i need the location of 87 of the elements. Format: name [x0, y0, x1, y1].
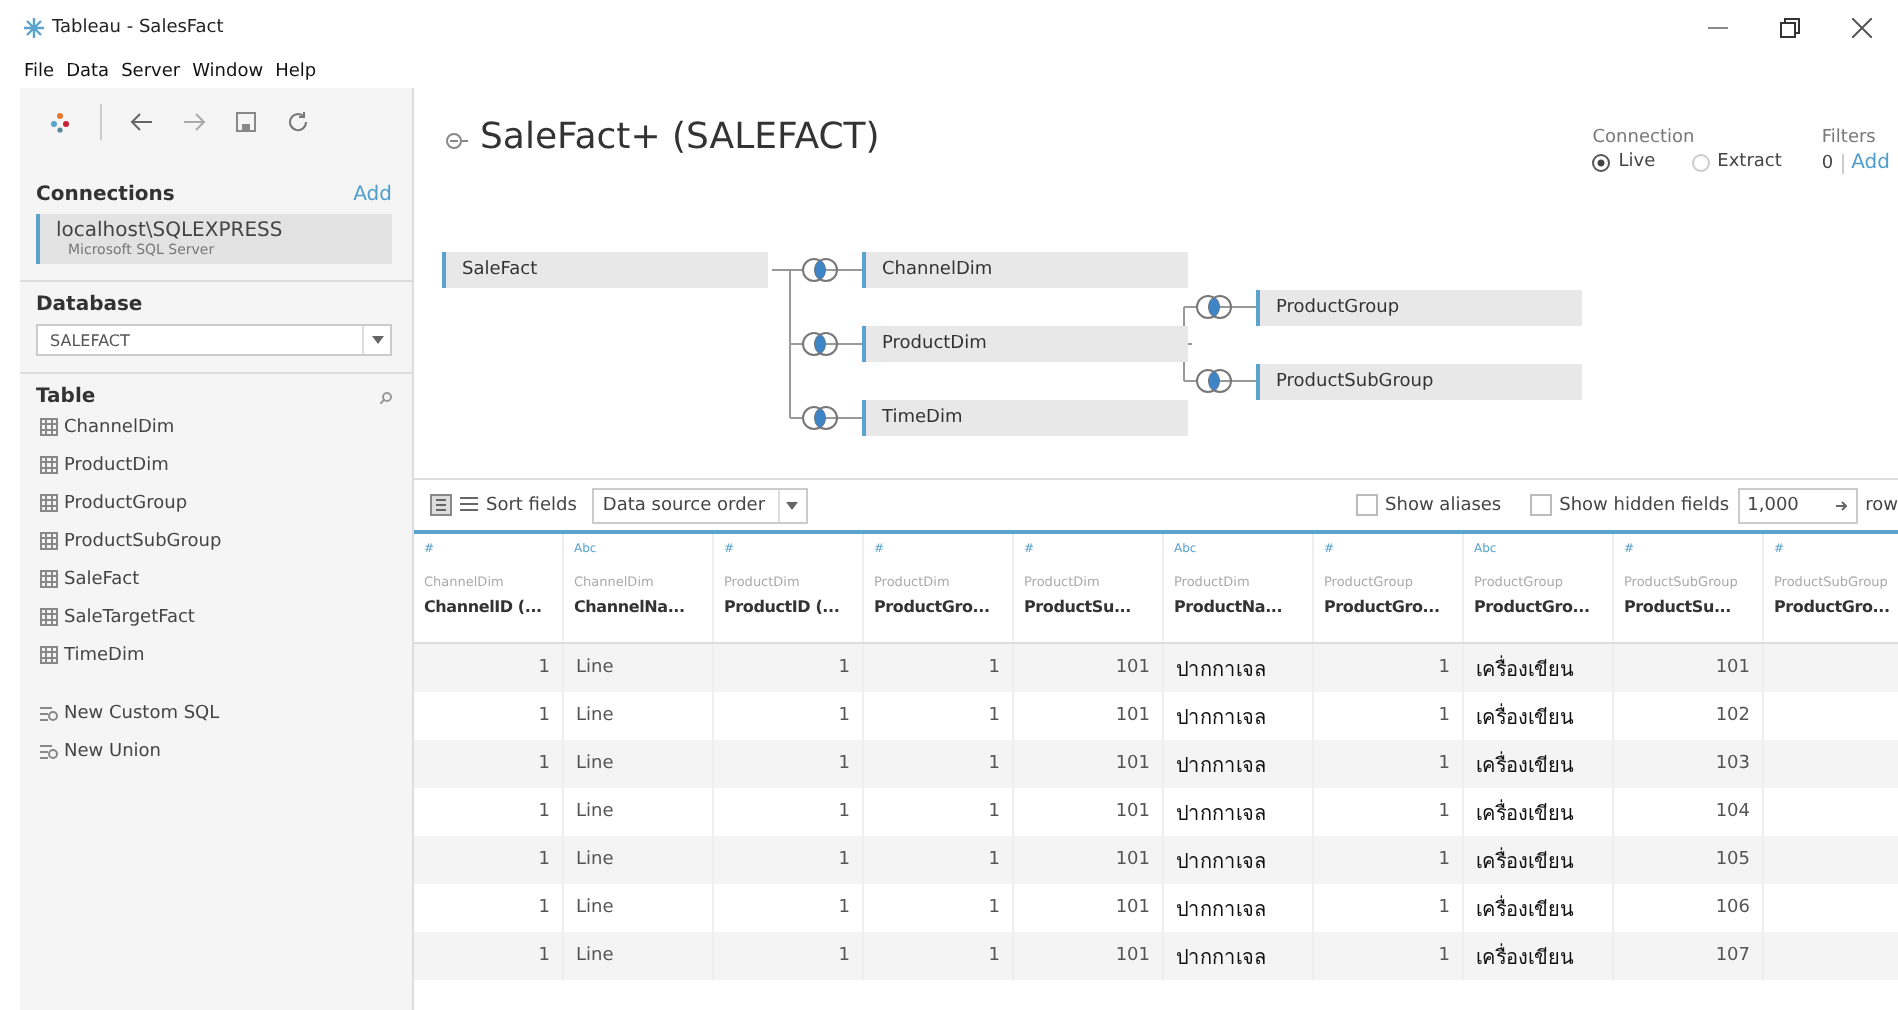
table-cell: 1 — [414, 932, 564, 980]
join-icon[interactable] — [1196, 369, 1232, 393]
query-icon — [40, 742, 58, 760]
caret-icon — [371, 336, 383, 344]
table-icon — [40, 646, 58, 664]
table-item[interactable]: SaleTargetFact — [20, 598, 412, 636]
connection-name: localhost\SQLEXPRESS — [56, 220, 285, 242]
menu-item[interactable]: Server — [121, 62, 181, 82]
table-icon — [40, 494, 58, 512]
table-item[interactable]: ProductSubGroup — [20, 522, 412, 560]
table-item[interactable]: New Union — [20, 732, 412, 770]
datasource-title: SaleFact+ (SALEFACT) — [480, 116, 880, 158]
table-node[interactable]: TimeDim — [862, 400, 1188, 436]
table-icon — [40, 456, 58, 474]
query-icon — [40, 704, 58, 722]
filters-label: Filters — [1821, 128, 1878, 148]
connection-radio[interactable]: Live — [1592, 152, 1656, 172]
close-icon — [1852, 18, 1872, 38]
menu-item[interactable]: Help — [275, 62, 317, 82]
table-cell: เครื่องเขียน — [1464, 932, 1614, 980]
table-node[interactable]: ChannelDim — [862, 252, 1188, 288]
table-node[interactable]: ProductDim — [862, 326, 1188, 362]
connection-radio[interactable]: Extract — [1691, 152, 1782, 172]
table-item[interactable]: New Custom SQL — [20, 694, 412, 732]
table-node[interactable]: ProductSubGroup — [1256, 363, 1582, 399]
table-item[interactable]: ProductDim — [20, 446, 412, 484]
table-item[interactable]: ChannelDim — [20, 408, 412, 446]
column-name: ProductGro... — [1324, 598, 1442, 616]
column-name: ProductGro... — [1474, 598, 1592, 616]
menu-item[interactable]: Data — [66, 62, 110, 82]
table-item[interactable]: ProductGroup — [20, 484, 412, 522]
column-name: ProductGro... — [1774, 598, 1892, 616]
table-cell: 1 — [714, 932, 864, 980]
join-icon[interactable] — [802, 406, 838, 430]
table-icon — [40, 532, 58, 550]
rows-field[interactable]: 1,000 — [1737, 487, 1858, 523]
section-label: Table — [36, 386, 96, 408]
grid-view-icon[interactable] — [430, 494, 452, 516]
checkbox[interactable] — [1355, 494, 1378, 516]
app-logo-icon — [24, 18, 44, 38]
table-icon — [40, 570, 58, 588]
filters-count: 0 — [1821, 153, 1844, 173]
table-node[interactable]: ProductGroup — [1256, 289, 1582, 325]
back-icon[interactable] — [130, 110, 154, 134]
rows-label: row — [1865, 495, 1898, 515]
menu-item[interactable]: File — [24, 62, 55, 82]
caret-icon — [786, 501, 799, 509]
table-icon — [40, 418, 58, 436]
connection-label: Connection — [1592, 128, 1697, 148]
search-icon[interactable] — [380, 391, 392, 403]
join-icon[interactable] — [1196, 295, 1232, 319]
sort-select[interactable]: Data source order — [592, 487, 808, 523]
column-name: ProductID (... — [724, 598, 842, 616]
table-icon — [40, 608, 58, 626]
checkbox-label: Show hidden fields — [1559, 495, 1730, 515]
logo-icon[interactable] — [48, 110, 72, 134]
table-cell: 101 — [1014, 932, 1164, 980]
window-title: Tableau - SalesFact — [52, 18, 224, 38]
arrow-icon — [1835, 499, 1848, 511]
table-item[interactable]: TimeDim — [20, 636, 412, 674]
column-name: ProductSu... — [1024, 598, 1133, 616]
restore-icon — [1780, 18, 1800, 38]
table-cell: 1 — [1314, 932, 1464, 980]
column-name: ProductSu... — [1624, 598, 1733, 616]
checkbox[interactable] — [1529, 494, 1552, 516]
column-name: ProductNa... — [1174, 598, 1285, 616]
refresh-icon[interactable] — [286, 110, 310, 134]
table-cell: 107 — [1614, 932, 1764, 980]
menu-item[interactable]: Window — [192, 62, 264, 82]
table-cell: 1 — [864, 932, 1014, 980]
column-name: ChannelID (... — [424, 598, 544, 616]
database-select[interactable]: SALEFACT — [36, 324, 392, 356]
checkbox-label: Show aliases — [1385, 495, 1502, 515]
column-name: ProductGro... — [874, 598, 992, 616]
sort-label: Sort fields — [486, 495, 577, 515]
join-icon[interactable] — [802, 332, 838, 356]
table-cell: ปากกาเจล — [1164, 932, 1314, 980]
list-view-icon[interactable] — [460, 496, 478, 514]
collapse-icon[interactable] — [446, 132, 468, 150]
column-name: ChannelNa... — [574, 598, 687, 616]
save-icon[interactable] — [234, 110, 258, 134]
section-label: Database — [36, 294, 143, 316]
table-node[interactable]: SaleFact — [442, 252, 768, 288]
join-icon[interactable] — [802, 258, 838, 282]
table-cell: Line — [564, 932, 714, 980]
table-item[interactable]: SaleFact — [20, 560, 412, 598]
section-label: Connections — [36, 184, 175, 206]
